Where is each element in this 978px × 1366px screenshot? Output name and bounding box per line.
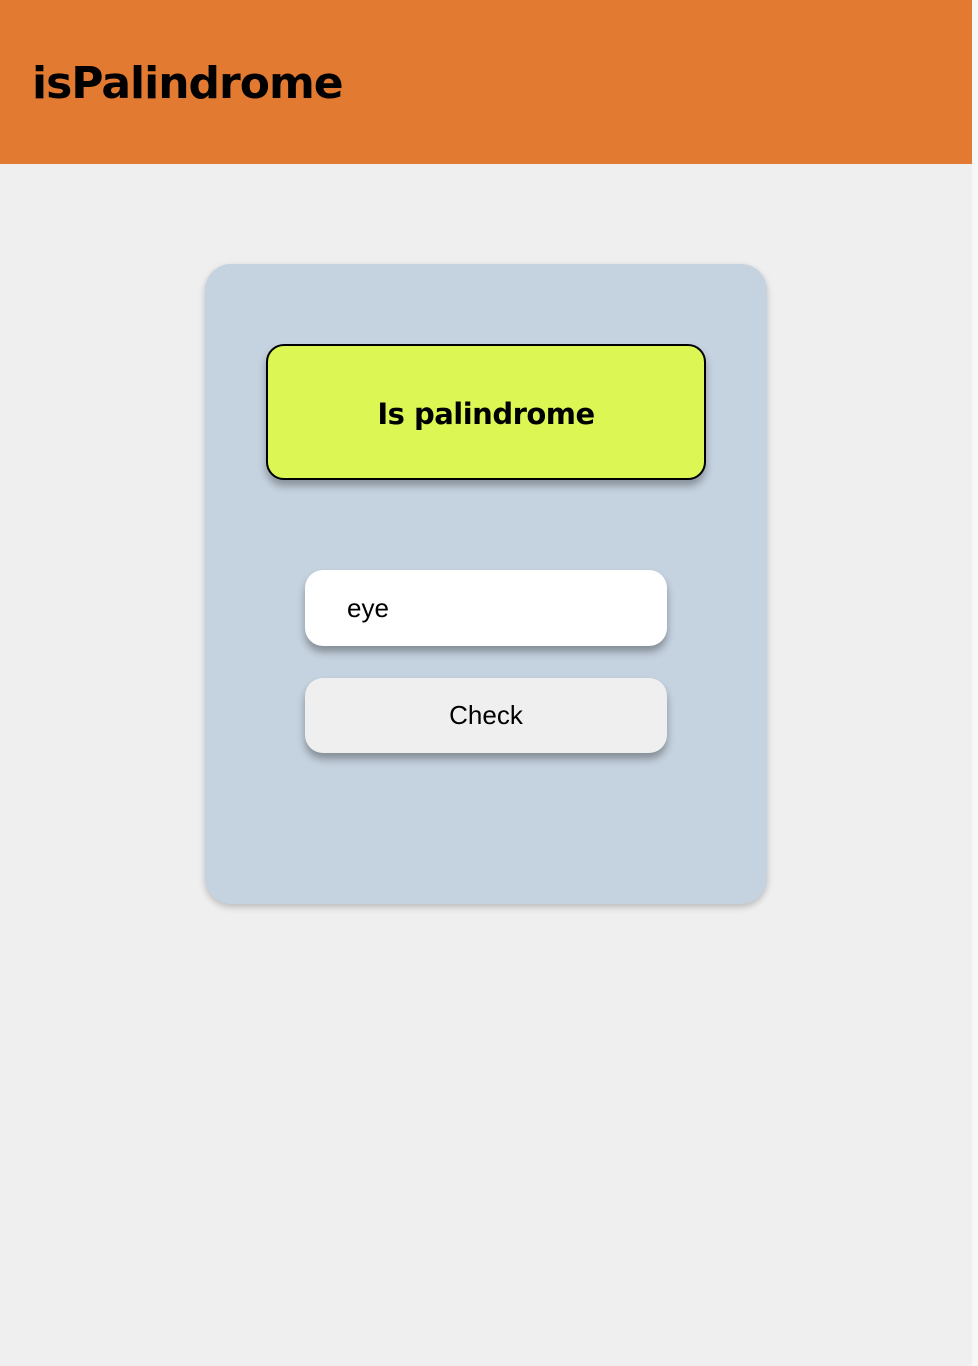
page-right-gutter (972, 0, 978, 1366)
palindrome-card: Is palindrome Check (205, 264, 767, 904)
app-title: isPalindrome (32, 58, 344, 109)
result-box: Is palindrome (266, 344, 706, 480)
check-button[interactable]: Check (305, 678, 667, 753)
app-header: isPalindrome (0, 0, 972, 164)
result-text: Is palindrome (377, 397, 595, 431)
word-input[interactable] (305, 570, 667, 646)
